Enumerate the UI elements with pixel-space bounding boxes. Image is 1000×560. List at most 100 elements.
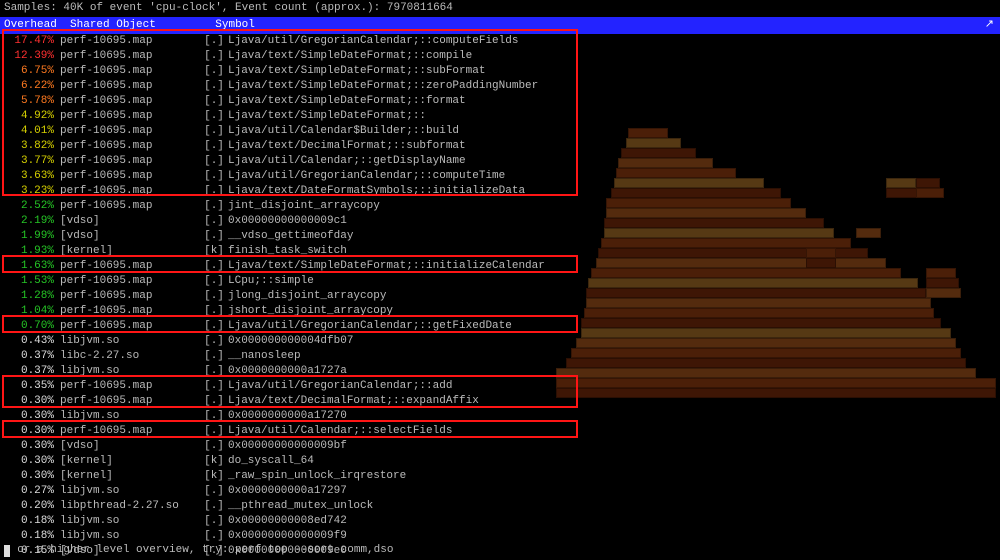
column-header-bar: Overhead Shared Object Symbol ↗ — [0, 17, 1000, 34]
shared-object: [vdso] — [60, 439, 200, 454]
table-row[interactable]: 0.18%libjvm.so[.]0x00000000000009f9 — [4, 529, 996, 544]
table-row[interactable]: 0.37%libjvm.so[.]0x0000000000a1727a — [4, 364, 996, 379]
table-row[interactable]: 5.78%perf-10695.map[.]Ljava/text/SimpleD… — [4, 94, 996, 109]
table-row[interactable]: 1.93%[kernel][k]finish_task_switch — [4, 244, 996, 259]
overhead-pct: 1.99% — [4, 229, 54, 244]
profile-rows[interactable]: 17.47%perf-10695.map[.]Ljava/util/Gregor… — [0, 34, 1000, 560]
col-symbol: Symbol — [215, 19, 255, 31]
shared-object: [kernel] — [60, 454, 200, 469]
symbol: Ljava/util/GregorianCalendar;::computeTi… — [228, 169, 505, 184]
overhead-pct: 3.23% — [4, 184, 54, 199]
table-row[interactable]: 1.53%perf-10695.map[.]LCpu;::simple — [4, 274, 996, 289]
sym-tag: [.] — [200, 289, 228, 304]
shared-object: [vdso] — [60, 214, 200, 229]
shared-object: perf-10695.map — [60, 199, 200, 214]
overhead-pct: 0.27% — [4, 484, 54, 499]
table-row[interactable]: 3.82%perf-10695.map[.]Ljava/text/Decimal… — [4, 139, 996, 154]
shared-object: libpthread-2.27.so — [60, 499, 200, 514]
sym-tag: [.] — [200, 139, 228, 154]
overhead-pct: 1.28% — [4, 289, 54, 304]
shared-object: perf-10695.map — [60, 64, 200, 79]
sym-tag: [.] — [200, 529, 228, 544]
sym-tag: [.] — [200, 79, 228, 94]
overhead-pct: 3.77% — [4, 154, 54, 169]
table-row[interactable]: 1.28%perf-10695.map[.]jlong_disjoint_arr… — [4, 289, 996, 304]
table-row[interactable]: 3.63%perf-10695.map[.]Ljava/util/Gregori… — [4, 169, 996, 184]
overhead-pct: 0.30% — [4, 454, 54, 469]
sym-tag: [.] — [200, 379, 228, 394]
col-shared-object: Shared Object — [70, 19, 156, 31]
shared-object: libc-2.27.so — [60, 349, 200, 364]
overhead-pct: 0.30% — [4, 469, 54, 484]
sym-tag: [k] — [200, 469, 228, 484]
sym-tag: [.] — [200, 109, 228, 124]
symbol: 0x0000000000a17270 — [228, 409, 347, 424]
shared-object: [vdso] — [60, 229, 200, 244]
overhead-pct: 0.18% — [4, 514, 54, 529]
table-row[interactable]: 0.30%perf-10695.map[.]Ljava/text/Decimal… — [4, 394, 996, 409]
table-row[interactable]: 1.63%perf-10695.map[.]Ljava/text/SimpleD… — [4, 259, 996, 274]
shared-object: perf-10695.map — [60, 274, 200, 289]
table-row[interactable]: 2.52%perf-10695.map[.]jint_disjoint_arra… — [4, 199, 996, 214]
shared-object: perf-10695.map — [60, 169, 200, 184]
shared-object: perf-10695.map — [60, 139, 200, 154]
overhead-pct: 6.22% — [4, 79, 54, 94]
overhead-pct: 2.19% — [4, 214, 54, 229]
table-row[interactable]: 4.01%perf-10695.map[.]Ljava/util/Calenda… — [4, 124, 996, 139]
symbol: __nanosleep — [228, 349, 301, 364]
table-row[interactable]: 0.43%libjvm.so[.]0x000000000004dfb07 — [4, 334, 996, 349]
table-row[interactable]: 4.92%perf-10695.map[.]Ljava/text/SimpleD… — [4, 109, 996, 124]
symbol: 0x00000000000009f9 — [228, 529, 347, 544]
footer-hint: or a higher level overview, try: perf to… — [4, 543, 393, 558]
shared-object: libjvm.so — [60, 364, 200, 379]
symbol: Ljava/util/Calendar;::getDisplayName — [228, 154, 466, 169]
table-row[interactable]: 0.37%libc-2.27.so[.]__nanosleep — [4, 349, 996, 364]
overhead-pct: 0.43% — [4, 334, 54, 349]
sym-tag: [.] — [200, 409, 228, 424]
table-row[interactable]: 2.19%[vdso][.]0x00000000000009c1 — [4, 214, 996, 229]
shared-object: perf-10695.map — [60, 289, 200, 304]
sym-tag: [.] — [200, 349, 228, 364]
table-row[interactable]: 0.30%[kernel][k]do_syscall_64 — [4, 454, 996, 469]
overhead-pct: 2.52% — [4, 199, 54, 214]
table-row[interactable]: 0.35%perf-10695.map[.]Ljava/util/Gregori… — [4, 379, 996, 394]
shared-object: libjvm.so — [60, 484, 200, 499]
symbol: finish_task_switch — [228, 244, 347, 259]
table-row[interactable]: 0.20%libpthread-2.27.so[.]__pthread_mute… — [4, 499, 996, 514]
overhead-pct: 1.63% — [4, 259, 54, 274]
table-row[interactable]: 0.30%[kernel][k]_raw_spin_unlock_irqrest… — [4, 469, 996, 484]
table-row[interactable]: 6.22%perf-10695.map[.]Ljava/text/SimpleD… — [4, 79, 996, 94]
overhead-pct: 0.35% — [4, 379, 54, 394]
symbol: Ljava/util/GregorianCalendar;::getFixedD… — [228, 319, 512, 334]
sym-tag: [.] — [200, 439, 228, 454]
table-row[interactable]: 0.30%perf-10695.map[.]Ljava/util/Calenda… — [4, 424, 996, 439]
header: Samples: 40K of event 'cpu-clock', Event… — [0, 0, 1000, 34]
overhead-pct: 3.82% — [4, 139, 54, 154]
table-row[interactable]: 0.70%perf-10695.map[.]Ljava/util/Gregori… — [4, 319, 996, 334]
table-row[interactable]: 3.77%perf-10695.map[.]Ljava/util/Calenda… — [4, 154, 996, 169]
external-link-icon[interactable]: ↗ — [985, 18, 994, 33]
table-row[interactable]: 0.30%[vdso][.]0x00000000000009bf — [4, 439, 996, 454]
sym-tag: [.] — [200, 484, 228, 499]
overhead-pct: 0.37% — [4, 364, 54, 379]
table-row[interactable]: 12.39%perf-10695.map[.]Ljava/text/Simple… — [4, 49, 996, 64]
table-row[interactable]: 1.04%perf-10695.map[.]jshort_disjoint_ar… — [4, 304, 996, 319]
table-row[interactable]: 3.23%perf-10695.map[.]Ljava/text/DateFor… — [4, 184, 996, 199]
shared-object: perf-10695.map — [60, 79, 200, 94]
symbol: 0x00000000008ed742 — [228, 514, 347, 529]
shared-object: perf-10695.map — [60, 49, 200, 64]
table-row[interactable]: 0.27%libjvm.so[.]0x0000000000a17297 — [4, 484, 996, 499]
table-row[interactable]: 1.99%[vdso][.]__vdso_gettimeofday — [4, 229, 996, 244]
table-row[interactable]: 17.47%perf-10695.map[.]Ljava/util/Gregor… — [4, 34, 996, 49]
symbol: jint_disjoint_arraycopy — [228, 199, 380, 214]
table-row[interactable]: 0.30%libjvm.so[.]0x0000000000a17270 — [4, 409, 996, 424]
overhead-pct: 5.78% — [4, 94, 54, 109]
shared-object: perf-10695.map — [60, 379, 200, 394]
sym-tag: [.] — [200, 169, 228, 184]
table-row[interactable]: 6.75%perf-10695.map[.]Ljava/text/SimpleD… — [4, 64, 996, 79]
table-row[interactable]: 0.18%libjvm.so[.]0x00000000008ed742 — [4, 514, 996, 529]
overhead-pct: 4.01% — [4, 124, 54, 139]
shared-object: libjvm.so — [60, 529, 200, 544]
overhead-pct: 0.30% — [4, 424, 54, 439]
symbol: _raw_spin_unlock_irqrestore — [228, 469, 406, 484]
